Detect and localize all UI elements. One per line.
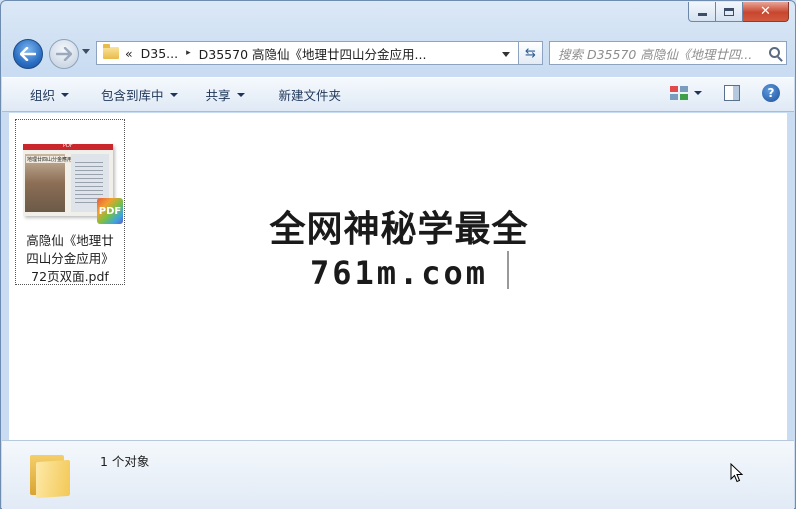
toolbar-right-group: ?: [670, 84, 780, 102]
pdf-file-icon: PDF: [97, 198, 123, 224]
share-menu[interactable]: 共享: [196, 83, 255, 107]
chevron-down-icon: [61, 92, 70, 97]
file-list-pane[interactable]: PDF 地理廿四山分金應用 PDF 高隐仙《地理廿 四山分金应用》 72页双面.…: [9, 113, 787, 440]
details-pane: 1 个对象: [2, 440, 794, 509]
maximize-button[interactable]: [716, 2, 743, 22]
file-item-pdf[interactable]: PDF 地理廿四山分金應用 PDF 高隐仙《地理廿 四山分金应用》 72页双面.…: [15, 119, 125, 285]
refresh-button[interactable]: ⇆: [519, 41, 543, 65]
chevron-down-icon: [169, 92, 178, 97]
include-in-library-menu[interactable]: 包含到库中: [91, 83, 188, 107]
back-arrow-icon: [20, 47, 36, 61]
close-icon: ✕: [760, 4, 771, 19]
address-bar[interactable]: « D35... ▸ D35570 高隐仙《地理廿四山分金应用...: [96, 41, 519, 65]
watermark-url: 761m.com: [309, 254, 489, 292]
maximize-icon: [724, 7, 734, 16]
include-in-library-label: 包含到库中: [101, 88, 164, 103]
view-options-dropdown[interactable]: [694, 91, 702, 95]
navigation-bar: « D35... ▸ D35570 高隐仙《地理廿四山分金应用... ⇆ 搜索 …: [9, 37, 787, 69]
watermark-overlay: 全网神秘学最全 761m.com: [249, 201, 549, 301]
close-button[interactable]: ✕: [743, 2, 789, 22]
thumbnail-header: PDF: [23, 143, 113, 150]
command-bar: 组织 包含到库中 共享 新建文件夹 ?: [2, 77, 794, 112]
search-placeholder: 搜索 D35570 高隐仙《地理廿四...: [558, 46, 753, 62]
forward-button[interactable]: [49, 39, 79, 69]
explorer-window: ✕ « D35... ▸ D35570 高隐仙《地理廿四山分金应用... ⇆ 搜…: [0, 0, 796, 509]
minimize-icon: [697, 13, 707, 16]
folder-icon: [103, 44, 119, 59]
breadcrumb-overflow[interactable]: «: [125, 46, 133, 61]
change-view-icon[interactable]: [670, 86, 688, 100]
organize-label: 组织: [30, 88, 56, 103]
refresh-icon: ⇆: [525, 45, 536, 61]
text-caret: [507, 251, 509, 289]
thumbnail-cover: 地理廿四山分金應用: [25, 154, 74, 212]
recent-pages-dropdown[interactable]: [82, 49, 90, 54]
item-count: 1 个对象: [100, 454, 150, 469]
breadcrumb-item-parent[interactable]: D35...: [141, 46, 178, 61]
search-input[interactable]: 搜索 D35570 高隐仙《地理廿四...: [549, 41, 787, 65]
share-label: 共享: [205, 88, 231, 103]
forward-arrow-icon: [56, 47, 72, 61]
new-folder-button[interactable]: 新建文件夹: [269, 83, 352, 107]
address-dropdown-icon[interactable]: [502, 52, 510, 57]
organize-menu[interactable]: 组织: [20, 83, 79, 107]
breadcrumb-item-current[interactable]: D35570 高隐仙《地理廿四山分金应用...: [199, 44, 427, 63]
new-folder-label: 新建文件夹: [278, 88, 342, 103]
mouse-cursor-icon: [730, 463, 744, 483]
folder-large-icon: [30, 451, 70, 499]
chevron-down-icon: [236, 92, 245, 97]
search-icon: [769, 47, 780, 58]
help-icon[interactable]: ?: [762, 84, 780, 102]
file-name: 高隐仙《地理廿 四山分金应用》 72页双面.pdf: [26, 233, 114, 284]
back-button[interactable]: [13, 39, 43, 69]
watermark-title: 全网神秘学最全: [269, 209, 529, 250]
preview-pane-icon[interactable]: [724, 85, 740, 101]
window-controls: ✕: [688, 2, 789, 22]
breadcrumb-separator-icon[interactable]: ▸: [186, 48, 191, 58]
minimize-button[interactable]: [688, 2, 716, 22]
